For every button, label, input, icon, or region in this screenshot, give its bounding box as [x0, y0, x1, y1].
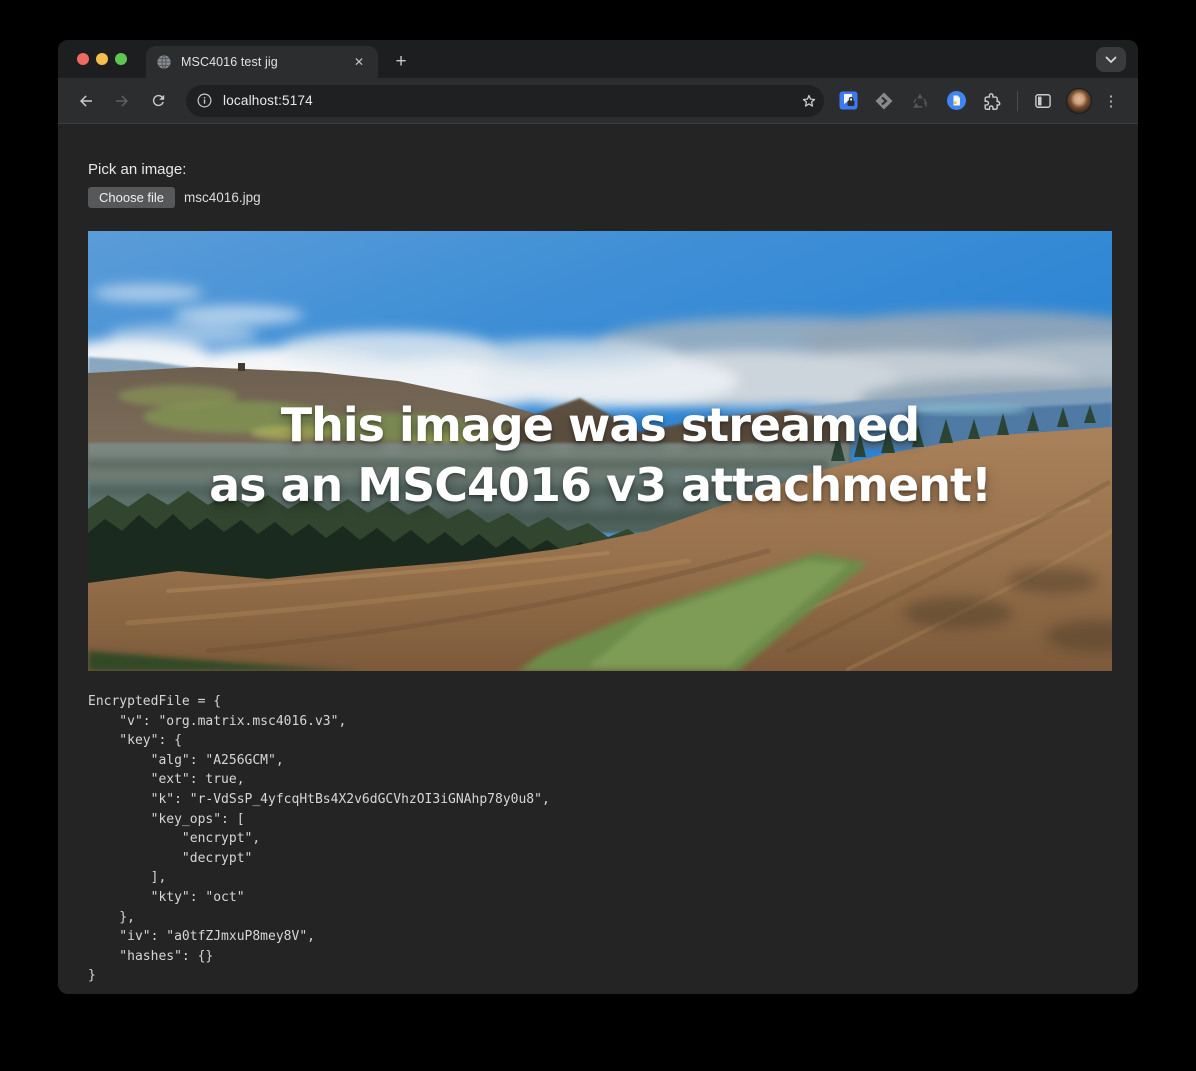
toolbar-divider [1017, 91, 1018, 111]
tab-msc4016-test-jig[interactable]: MSC4016 test jig ✕ [146, 46, 378, 78]
globe-favicon-icon [156, 54, 172, 70]
tab-title: MSC4016 test jig [181, 55, 350, 69]
landscape-photo: This image was streamed as an MSC4016 v3… [88, 231, 1112, 671]
choose-file-button[interactable]: Choose file [88, 187, 175, 208]
tab-search-button[interactable] [1096, 47, 1126, 72]
browser-window: MSC4016 test jig ✕ + [58, 40, 1138, 994]
extensions-menu-button[interactable] [977, 86, 1007, 116]
back-button[interactable] [71, 86, 101, 116]
profile-avatar[interactable] [1066, 88, 1092, 114]
close-tab-icon[interactable]: ✕ [350, 53, 368, 71]
extension-password-manager-button[interactable] [833, 86, 863, 116]
minimize-window-button[interactable] [96, 53, 108, 65]
forward-arrow-icon [113, 92, 131, 110]
tab-strip: MSC4016 test jig ✕ + [58, 40, 1138, 78]
chevron-down-icon [1105, 56, 1117, 64]
diamond-arrow-icon [874, 91, 894, 111]
file-input[interactable]: Choose file msc4016.jpg [88, 187, 1138, 208]
browser-menu-button[interactable]: ⋮ [1099, 86, 1123, 116]
recycle-icon [910, 91, 930, 111]
extension-docs-button[interactable] [941, 86, 971, 116]
page-content: Pick an image: Choose file msc4016.jpg [58, 124, 1138, 993]
site-info-icon[interactable] [196, 92, 213, 109]
url-text[interactable]: localhost:5174 [223, 93, 800, 108]
selected-filename: msc4016.jpg [184, 190, 261, 205]
bookmark-star-icon[interactable] [800, 92, 818, 110]
address-bar[interactable]: localhost:5174 [186, 85, 824, 117]
puzzle-piece-icon [982, 91, 1002, 111]
photo-caption-line1: This image was streamed [88, 395, 1112, 455]
side-panel-button[interactable] [1028, 86, 1058, 116]
traffic-lights [77, 53, 127, 65]
extension-recycle-button[interactable] [905, 86, 935, 116]
close-window-button[interactable] [77, 53, 89, 65]
side-panel-icon [1033, 91, 1053, 111]
forward-button[interactable] [107, 86, 137, 116]
encrypted-file-json: EncryptedFile = { "v": "org.matrix.msc40… [88, 692, 1138, 986]
password-manager-icon [838, 90, 859, 111]
pick-image-label: Pick an image: [88, 161, 1138, 178]
photo-caption-line2: as an MSC4016 v3 attachment! [88, 455, 1112, 515]
reload-button[interactable] [143, 86, 173, 116]
back-arrow-icon [77, 92, 95, 110]
reload-icon [150, 92, 167, 109]
fullscreen-window-button[interactable] [115, 53, 127, 65]
photo-caption: This image was streamed as an MSC4016 v3… [88, 395, 1112, 515]
document-badge-icon [946, 90, 967, 111]
new-tab-button[interactable]: + [388, 50, 414, 76]
browser-toolbar: localhost:5174 [58, 78, 1138, 124]
extension-dev-button[interactable] [869, 86, 899, 116]
